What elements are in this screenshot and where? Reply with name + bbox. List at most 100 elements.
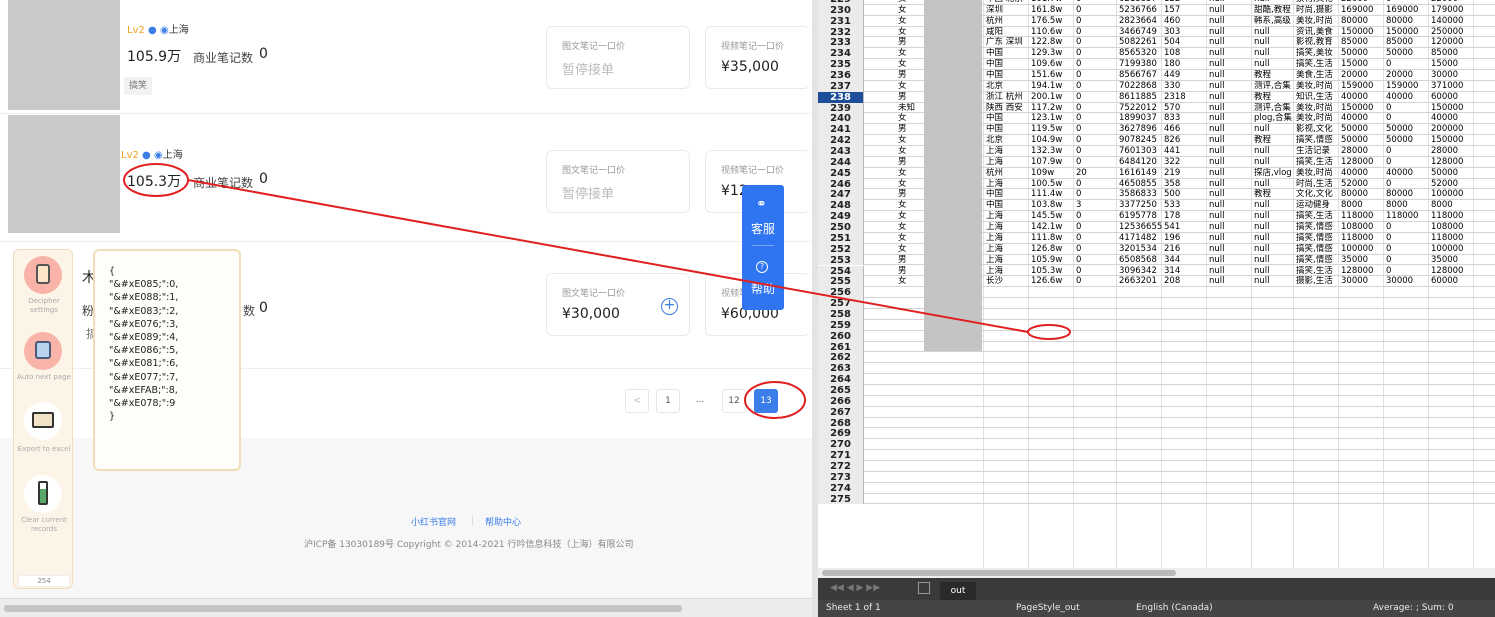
cell-city[interactable]: 广东 深圳	[984, 37, 1029, 48]
cell-b[interactable]: 216	[1162, 244, 1207, 255]
cell-id[interactable]: 8611885	[1117, 92, 1162, 103]
cell-h[interactable]: 85000	[1429, 48, 1474, 59]
cell-city[interactable]: 中国	[984, 124, 1029, 135]
row-header[interactable]: 246	[818, 178, 864, 190]
help-center-link[interactable]: 帮助中心	[485, 515, 521, 528]
cell-b[interactable]: 570	[1162, 103, 1207, 114]
cell-b[interactable]: 330	[1162, 81, 1207, 92]
cell-e[interactable]: 美妆,时尚	[1294, 103, 1339, 114]
cell-d[interactable]: null	[1252, 244, 1297, 255]
cell-g2[interactable]: 0	[1384, 244, 1429, 255]
cell-fans[interactable]: 161.8w	[1029, 5, 1074, 16]
cell-city[interactable]: 上海	[984, 255, 1029, 266]
cell-e[interactable]: 搞笑,情感	[1294, 135, 1339, 146]
cell-d[interactable]: 教程	[1252, 70, 1297, 81]
table-row[interactable]: 267	[818, 406, 1495, 418]
cell-fans[interactable]: 145.5w	[1029, 211, 1074, 222]
cell-f[interactable]: 28000	[1339, 146, 1384, 157]
cell-c[interactable]: null	[1207, 103, 1252, 114]
cell-id[interactable]: 8566767	[1117, 70, 1162, 81]
table-row[interactable]: 236 男中国 151.6w 0 8566767 449 null 教程 美食,生活 20000 2…	[818, 70, 1495, 81]
row-header[interactable]: 238	[818, 91, 864, 103]
table-row[interactable]: 238 男浙江 杭州 200.1w 0 8611885 2318 null 教程 知识,生活 40…	[818, 91, 1495, 103]
horizontal-scrollbar[interactable]	[0, 598, 812, 617]
table-row[interactable]: 268	[818, 417, 1495, 428]
cell-g2[interactable]: 80000	[1384, 189, 1429, 200]
cell-f[interactable]: 169000	[1339, 5, 1384, 16]
cell-a[interactable]: 0	[1074, 255, 1119, 266]
row-header[interactable]: 235	[818, 59, 864, 70]
cell-id[interactable]: 3586833	[1117, 189, 1162, 200]
cell-fans[interactable]: 200.1w	[1029, 92, 1074, 103]
cell-h[interactable]: 118000	[1429, 233, 1474, 244]
cell-a[interactable]: 0	[1074, 5, 1119, 16]
cell-h[interactable]: 200000	[1429, 124, 1474, 135]
xiaohongshu-link[interactable]: 小红书官网	[411, 515, 456, 528]
json-textarea[interactable]: { "&#xE085;":0, "&#xE088;":1, "&#xE083;"…	[93, 249, 241, 471]
cell-c[interactable]: null	[1207, 113, 1252, 124]
cell-e[interactable]: 影视,文化	[1294, 124, 1339, 135]
row-header[interactable]: 248	[818, 200, 864, 211]
cell-d[interactable]: null	[1252, 179, 1297, 190]
cell-e[interactable]: 美食,生活	[1294, 70, 1339, 81]
cell-e[interactable]: 美妆,时尚	[1294, 168, 1339, 179]
cell-c[interactable]: null	[1207, 27, 1252, 38]
cell-f[interactable]: 150000	[1339, 27, 1384, 38]
cell-id[interactable]: 4171482	[1117, 233, 1162, 244]
cell-c[interactable]: null	[1207, 70, 1252, 81]
row-header[interactable]: 234	[818, 48, 864, 59]
row-header[interactable]: 273	[818, 471, 864, 483]
cell-c[interactable]: null	[1207, 37, 1252, 48]
cell-h[interactable]: 8000	[1429, 200, 1474, 211]
cell-city[interactable]: 深圳	[984, 5, 1029, 16]
cell-a[interactable]: 0	[1074, 222, 1119, 233]
avatar[interactable]	[8, 0, 120, 110]
cell-fans[interactable]: 142.1w	[1029, 222, 1074, 233]
cell-g2[interactable]: 159000	[1384, 81, 1429, 92]
row-header[interactable]: 240	[818, 113, 864, 124]
cell-c[interactable]: null	[1207, 244, 1252, 255]
table-row[interactable]: 271	[818, 450, 1495, 461]
cell-e[interactable]: 美妆,时尚	[1294, 81, 1339, 92]
cell-a[interactable]: 0	[1074, 48, 1119, 59]
cell-a[interactable]: 0	[1074, 81, 1119, 92]
sheet-tab-out[interactable]: out	[940, 582, 976, 600]
table-row[interactable]: 235 女中国 109.6w 0 7199380 180 null null 搞笑,生活 1500…	[818, 59, 1495, 70]
cell-f[interactable]: 30000	[1339, 276, 1384, 287]
cell-f[interactable]: 100000	[1339, 244, 1384, 255]
table-row[interactable]: 273	[818, 471, 1495, 483]
cell-b[interactable]: 500	[1162, 189, 1207, 200]
cell-b[interactable]: 533	[1162, 200, 1207, 211]
cell-fans[interactable]: 123.1w	[1029, 113, 1074, 124]
row-header[interactable]: 249	[818, 211, 864, 222]
row-header[interactable]: 262	[818, 352, 864, 363]
table-row[interactable]: 240 女中国 123.1w 0 1899037 833 null plog,合集 美妆,时尚 4…	[818, 113, 1495, 124]
cell-city[interactable]: 陕西 西安	[984, 103, 1029, 114]
cell-fans[interactable]: 105.3w	[1029, 266, 1074, 277]
table-row[interactable]: 246 女上海 100.5w 0 4650855 358 null null 时尚,生活 5200…	[818, 178, 1495, 190]
cell-e[interactable]: 生活记录	[1294, 146, 1339, 157]
table-row[interactable]: 265	[818, 384, 1495, 396]
cell-fans[interactable]: 151.6w	[1029, 70, 1074, 81]
cell-g2[interactable]: 50000	[1384, 135, 1429, 146]
cell-fans[interactable]: 126.6w	[1029, 276, 1074, 287]
row-header[interactable]: 263	[818, 363, 864, 374]
cell-b[interactable]: 208	[1162, 276, 1207, 287]
cell-id[interactable]: 9078245	[1117, 135, 1162, 146]
cell-city[interactable]: 北京	[984, 135, 1029, 146]
cell-fans[interactable]: 104.9w	[1029, 135, 1074, 146]
row-header[interactable]: 275	[818, 493, 864, 504]
cell-fans[interactable]: 110.6w	[1029, 27, 1074, 38]
row-header[interactable]: 266	[818, 395, 864, 407]
cell-h[interactable]: 40000	[1429, 113, 1474, 124]
cell-f[interactable]: 80000	[1339, 16, 1384, 27]
row-header[interactable]: 255	[818, 276, 864, 287]
cell-h[interactable]: 118000	[1429, 211, 1474, 222]
cell-e[interactable]: 搞笑,情感	[1294, 233, 1339, 244]
table-row[interactable]: 237 女北京 194.1w 0 7022868 330 null 测评,合集 美妆,时尚 159…	[818, 80, 1495, 92]
cell-fans[interactable]: 117.2w	[1029, 103, 1074, 114]
table-row[interactable]: 274	[818, 482, 1495, 494]
cell-a[interactable]: 0	[1074, 135, 1119, 146]
row-header[interactable]: 233	[818, 37, 864, 48]
cell-a[interactable]: 0	[1074, 276, 1119, 287]
